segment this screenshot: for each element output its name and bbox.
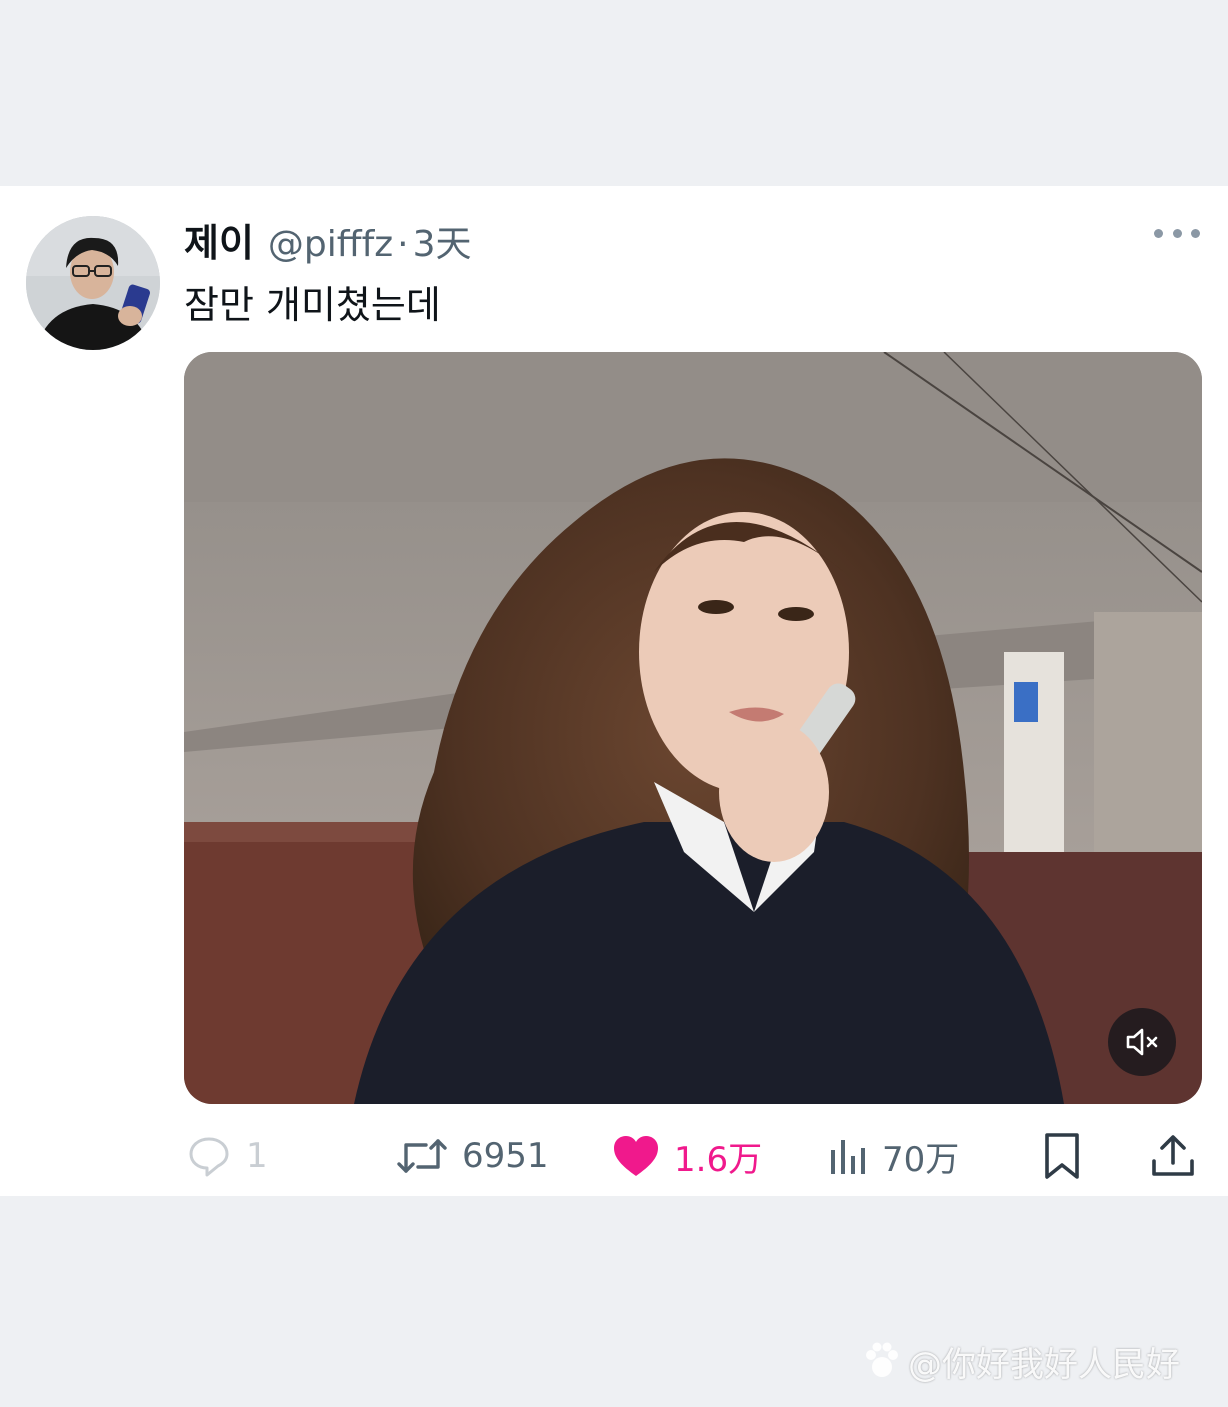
share-upload-icon: [1152, 1135, 1194, 1176]
avatar-image: [26, 216, 160, 350]
views-button[interactable]: 70万: [828, 1124, 959, 1188]
views-count: 70万: [882, 1139, 960, 1180]
bookmark-button[interactable]: [1042, 1124, 1082, 1188]
watermark: @你好我好人民好: [862, 1336, 1180, 1386]
reply-count: 1: [246, 1136, 268, 1176]
retweet-icon: [397, 1139, 447, 1173]
volume-muted-icon[interactable]: [1108, 1008, 1176, 1076]
more-icon[interactable]: [1154, 226, 1200, 240]
user-handle[interactable]: @pifffz: [268, 224, 393, 265]
like-button[interactable]: 1.6万: [612, 1124, 762, 1188]
avatar[interactable]: [26, 216, 160, 350]
bookmark-icon: [1045, 1133, 1079, 1179]
video-frame: [184, 352, 1202, 1104]
tweet-card[interactable]: 제이 @pifffz · 3天 잠만 개미쳤는데 1 6951 1.6万 70万: [0, 186, 1228, 1196]
heart-filled-icon: [614, 1136, 658, 1176]
mute-glyph: [1126, 1028, 1158, 1056]
display-name[interactable]: 제이: [184, 212, 254, 267]
tweet-video[interactable]: [184, 352, 1202, 1104]
tweet-header: 제이 @pifffz · 3天: [184, 212, 472, 265]
views-bar-chart-icon: [831, 1140, 865, 1174]
reply-button[interactable]: 1: [186, 1124, 268, 1188]
retweet-count: 6951: [462, 1136, 549, 1176]
tweet-actions: 1 6951 1.6万 70万: [184, 1124, 1214, 1188]
more-dot: [1172, 228, 1182, 238]
weibo-paw-icon: [866, 1342, 898, 1377]
like-count: 1.6万: [674, 1139, 763, 1180]
share-button[interactable]: [1150, 1124, 1196, 1188]
separator-dot: ·: [397, 224, 409, 265]
watermark-text: @你好我好人民好: [908, 1344, 1180, 1385]
retweet-button[interactable]: 6951: [396, 1124, 549, 1188]
reply-icon: [189, 1137, 229, 1177]
more-dot: [1154, 228, 1163, 238]
tweet-text: 잠만 개미쳤는데: [184, 283, 441, 327]
timestamp[interactable]: 3天: [413, 215, 472, 267]
more-dot: [1191, 228, 1200, 238]
